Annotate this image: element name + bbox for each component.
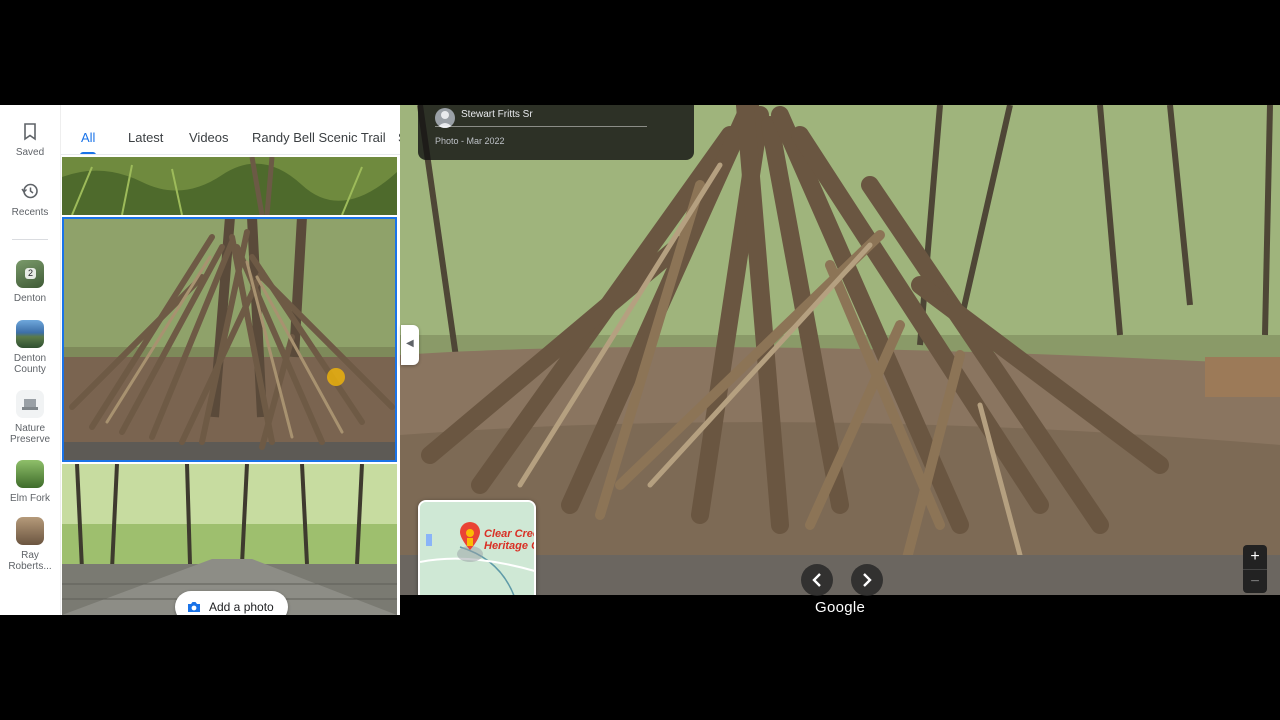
camera-icon (188, 602, 200, 612)
rail-place-denton[interactable]: 2 Denton (0, 260, 60, 304)
zoom-out-button[interactable]: − (1243, 569, 1267, 593)
rail-place-ray-roberts[interactable]: Ray Roberts... (0, 517, 60, 572)
rail-place-nature-preserve[interactable]: Nature Preserve (0, 390, 60, 445)
saved-label: Saved (15, 147, 45, 158)
tab-videos[interactable]: Videos (189, 130, 229, 145)
place-thumbnail: 2 (16, 260, 44, 288)
active-tab-indicator (80, 152, 96, 154)
left-rail: Saved Recents 2 Denton Denton County Nat… (0, 105, 60, 615)
place-label: Elm Fork (10, 493, 50, 504)
place-label: Denton (13, 293, 47, 304)
place-thumbnail (16, 460, 44, 488)
minimap-place-label: Clear Cree Heritage C (484, 528, 536, 552)
zoom-in-button[interactable]: + (1243, 545, 1267, 569)
info-divider (435, 126, 647, 127)
place-thumbnail (16, 517, 44, 545)
saved-button[interactable]: Saved (0, 121, 60, 158)
author-name[interactable]: Stewart Fritts Sr (461, 109, 533, 120)
place-thumbnail (16, 320, 44, 348)
photo-info-card: Stewart Fritts Sr Photo - Mar 2022 (418, 105, 694, 160)
photo-thumbnail-selected[interactable] (62, 217, 397, 462)
chevron-right-icon (863, 573, 872, 587)
place-count-badge: 2 (25, 268, 36, 279)
history-icon (21, 183, 38, 199)
recents-button[interactable]: Recents (0, 181, 60, 218)
place-thumbnail (16, 390, 44, 418)
bookmark-icon (24, 123, 36, 141)
google-attribution: Google (815, 599, 866, 615)
photo-thumbnail[interactable] (62, 157, 397, 215)
collapse-panel-button[interactable]: ◀ (401, 325, 419, 365)
chevron-left-icon (812, 573, 821, 587)
photo-tabs: All Latest Videos Randy Bell Scenic Trai… (61, 105, 401, 155)
building-icon (22, 399, 38, 410)
place-label: Nature Preserve (9, 423, 50, 445)
maps-photo-viewer: Saved Recents 2 Denton Denton County Nat… (0, 105, 1280, 615)
photos-panel: All Latest Videos Randy Bell Scenic Trai… (60, 105, 461, 615)
previous-photo-button[interactable] (801, 564, 833, 596)
tab-all[interactable]: All (81, 130, 95, 145)
add-photo-button[interactable]: Add a photo (175, 591, 288, 615)
place-label: Ray Roberts... (8, 550, 52, 572)
minimap-label-line1: Clear Cree (484, 528, 536, 540)
mouse-cursor-highlight (327, 368, 345, 386)
next-photo-button[interactable] (851, 564, 883, 596)
place-label: Denton County (13, 353, 47, 375)
add-photo-label: Add a photo (209, 600, 274, 614)
photo-date: Photo - Mar 2022 (435, 136, 505, 146)
chevron-left-icon: ◀ (406, 338, 414, 349)
tab-randy-bell-scenic-trail[interactable]: Randy Bell Scenic Trail (252, 130, 386, 145)
recents-label: Recents (11, 207, 49, 218)
rail-divider (12, 239, 48, 240)
tab-latest[interactable]: Latest (128, 130, 163, 145)
rail-place-elm-fork[interactable]: Elm Fork (0, 460, 60, 504)
minimap-label-line2: Heritage C (484, 540, 536, 552)
author-avatar[interactable] (435, 108, 455, 128)
zoom-controls: + − (1243, 545, 1267, 593)
rail-place-denton-county[interactable]: Denton County (0, 320, 60, 375)
